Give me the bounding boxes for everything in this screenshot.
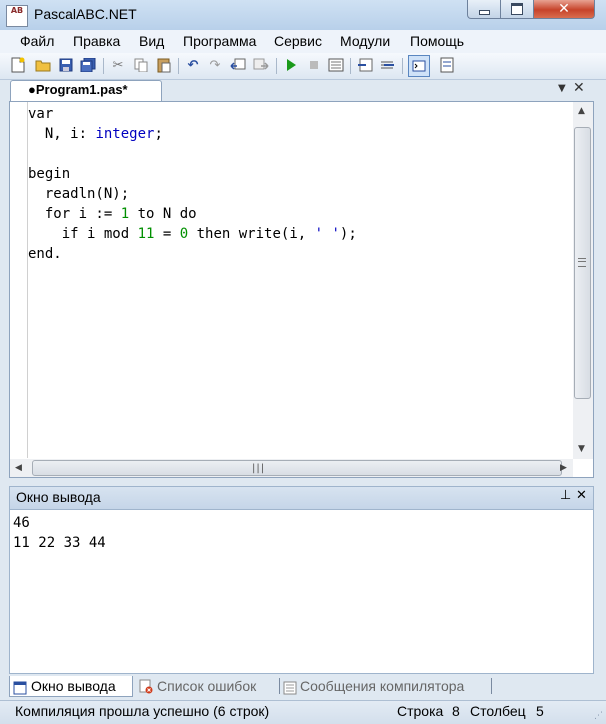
tab-program1-label: ●Program1.pas* [28, 82, 128, 97]
app-icon: AB [6, 5, 28, 27]
open-folder-icon[interactable] [35, 57, 51, 73]
horizontal-scroll-thumb[interactable] [32, 460, 562, 476]
copy-icon[interactable] [133, 57, 149, 73]
pin-icon[interactable]: ⊥ [560, 488, 571, 503]
scroll-up-icon[interactable]: ▲ [578, 106, 585, 116]
tab-separator [491, 678, 492, 694]
code-token: end. [28, 246, 62, 262]
close-pane-icon[interactable]: ✕ [576, 488, 587, 503]
compiler-messages-icon [283, 680, 297, 699]
toolbar-separator [276, 58, 277, 74]
tab-compiler-messages[interactable]: Сообщения компилятора [300, 678, 464, 694]
navigate-back-icon[interactable] [230, 57, 246, 73]
tab-separator [279, 678, 280, 694]
code-line-2: N, i: integer; [28, 126, 163, 142]
code-token: readln(N); [28, 186, 130, 202]
output-line-1: 46 [13, 515, 30, 531]
grip-icon [578, 258, 586, 267]
status-col-label: Столбец [470, 703, 526, 719]
output-pane-title: Окно вывода [16, 489, 101, 505]
redo-icon[interactable]: ↷ [207, 57, 223, 73]
paste-icon[interactable] [156, 57, 172, 73]
code-line-8: end. [28, 244, 62, 264]
resize-grip-icon[interactable]: ⋰ [594, 711, 603, 721]
status-col-value: 5 [536, 703, 544, 719]
close-button[interactable]: ✕ [533, 0, 595, 19]
code-line-4: begin [28, 164, 70, 184]
cut-icon[interactable]: ✂ [110, 57, 126, 73]
stop-icon[interactable] [306, 57, 322, 73]
status-row-label: Строка [397, 703, 444, 719]
editor-gutter [27, 102, 28, 458]
scroll-left-icon[interactable]: ◀ [15, 463, 22, 473]
scroll-down-icon[interactable]: ▼ [578, 444, 585, 454]
tab-output-window-label: Окно вывода [31, 678, 116, 694]
minimize-button[interactable] [467, 0, 501, 19]
navigate-forward-icon[interactable] [253, 57, 269, 73]
code-editor[interactable] [9, 101, 594, 478]
grip-icon: ||| [252, 463, 266, 474]
menu-modules[interactable]: Модули [340, 33, 390, 49]
window-title: PascalABC.NET [34, 6, 137, 22]
toolbar-separator [402, 58, 403, 74]
menu-program[interactable]: Программа [183, 33, 256, 49]
maximize-icon [511, 3, 523, 15]
toolbar-separator [350, 58, 351, 74]
compile-icon[interactable] [328, 57, 344, 73]
error-list-icon [139, 679, 153, 698]
code-line-1: var [28, 104, 53, 124]
run-icon[interactable] [283, 57, 299, 73]
code-line-7: if i mod 11 = 0 then write(i, ' '); [28, 226, 357, 242]
toolbar-separator [103, 58, 104, 74]
menu-service[interactable]: Сервис [274, 33, 322, 49]
status-row-value: 8 [452, 703, 460, 719]
scroll-right-icon[interactable]: ▶ [560, 463, 567, 473]
menu-edit[interactable]: Правка [73, 33, 120, 49]
minimize-icon [478, 9, 490, 15]
output-window-icon [13, 680, 27, 699]
undo-icon[interactable]: ↶ [185, 57, 201, 73]
save-icon[interactable] [58, 57, 74, 73]
code-token: var [28, 106, 54, 122]
step-into-icon[interactable] [357, 57, 373, 73]
menu-file[interactable]: Файл [20, 33, 54, 49]
save-all-icon[interactable] [80, 57, 96, 73]
menu-view[interactable]: Вид [139, 33, 164, 49]
form-designer-icon[interactable] [439, 57, 455, 73]
status-message: Компиляция прошла успешно (6 строк) [15, 703, 270, 719]
close-icon: ✕ [558, 1, 570, 17]
output-window-toggle-icon[interactable] [408, 55, 430, 77]
close-tab-icon[interactable]: ✕ [573, 80, 585, 96]
tab-error-list[interactable]: Список ошибок [157, 678, 256, 694]
code-line-5: readln(N); [28, 184, 129, 204]
maximize-button[interactable] [500, 0, 534, 19]
tab-list-dropdown-icon[interactable]: ▼ [558, 83, 566, 94]
output-line-2: 11 22 33 44 [13, 535, 106, 551]
code-line-6: for i := 1 to N do [28, 206, 197, 222]
toolbar-separator [178, 58, 179, 74]
app-icon-text: AB [10, 6, 24, 15]
menu-help[interactable]: Помощь [410, 33, 464, 49]
code-token: begin [28, 166, 71, 182]
step-over-icon[interactable] [380, 57, 396, 73]
new-file-icon[interactable] [10, 57, 26, 73]
